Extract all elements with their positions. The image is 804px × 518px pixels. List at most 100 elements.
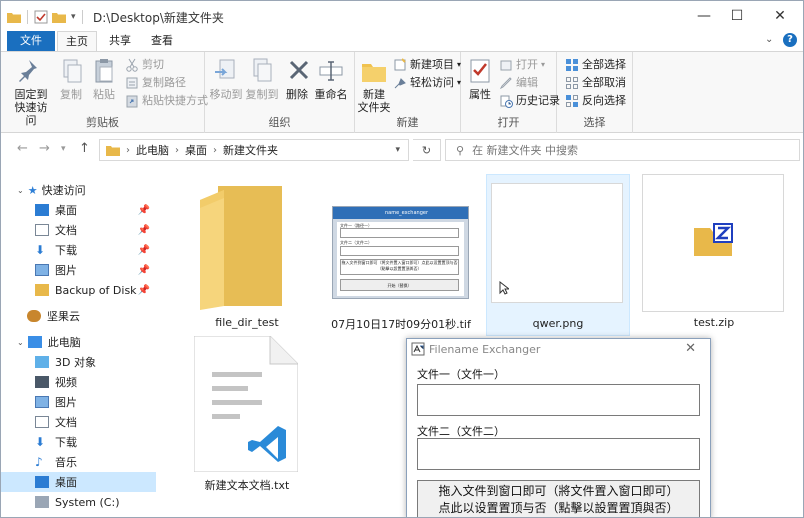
tab-view[interactable]: 查看 (143, 31, 181, 51)
customize-toolbar-icon[interactable]: ▾ (71, 12, 76, 22)
navigation-pane: ⌄ ★ 快速访问 桌面 📌 文档 📌 ⬇ 下载 📌 图片 📌 Backup of… (1, 164, 156, 517)
copy-button[interactable]: 复制 (57, 56, 85, 101)
nav-pc-videos[interactable]: 视频 (1, 372, 156, 392)
copy-path-button[interactable]: 复制路径 (125, 74, 186, 91)
delete-button[interactable]: 删除 (285, 56, 309, 101)
nav-pc-desktop[interactable]: 桌面 (1, 472, 156, 492)
breadcrumb-new-folder[interactable]: 新建文件夹 (223, 142, 278, 158)
tab-home[interactable]: 主页 (57, 31, 97, 51)
forward-arrow-icon[interactable]: → (39, 141, 50, 156)
move-to-button[interactable]: 移动到 (209, 56, 243, 101)
nav-pc-3d-objects[interactable]: 3D 对象 (1, 352, 156, 372)
pinned-icon: 📌 (137, 284, 150, 296)
breadcrumb-desktop[interactable]: 桌面 (185, 142, 207, 158)
desktop-icon (35, 204, 49, 216)
search-box[interactable]: ⚲ 在 新建文件夹 中搜索 (445, 139, 800, 161)
nav-item-pictures[interactable]: 图片 📌 (1, 260, 156, 280)
hint-line-2: 点此以设置置顶与否（點擊以設置置頂與否） (438, 501, 679, 515)
nav-jianguoyun-label: 坚果云 (47, 310, 80, 323)
nav-this-pc[interactable]: ⌄ 此电脑 (1, 332, 156, 352)
file-item[interactable]: file_dir_test (182, 176, 312, 336)
nav-pc-downloads[interactable]: ⬇ 下载 (1, 432, 156, 452)
cut-button[interactable]: 剪切 (125, 56, 164, 73)
move-to-icon (215, 59, 235, 79)
new-folder-icon[interactable] (52, 11, 66, 23)
folder-icon (200, 186, 282, 310)
history-button[interactable]: 历史记录 (499, 92, 560, 109)
new-item-button[interactable]: 新建项目 ▾ (393, 56, 461, 73)
nav-item-documents[interactable]: 文档 📌 (1, 220, 156, 240)
select-none-button[interactable]: 全部取消 (565, 74, 626, 91)
paste-shortcut-button[interactable]: 粘贴快捷方式 (125, 92, 208, 109)
back-arrow-icon[interactable]: ← (17, 141, 28, 156)
close-button[interactable]: ✕ (760, 1, 800, 31)
documents-icon (35, 224, 49, 236)
properties-check-icon[interactable] (34, 10, 48, 24)
select-all-button[interactable]: 全部选择 (565, 56, 626, 73)
edit-icon (499, 76, 512, 89)
up-arrow-icon[interactable]: ↑ (79, 141, 90, 156)
refresh-button[interactable]: ↻ (413, 139, 441, 161)
nav-pc-music[interactable]: ♪ 音乐 (1, 452, 156, 472)
nav-item-desktop[interactable]: 桌面 📌 (1, 200, 156, 220)
collapse-ribbon-icon[interactable]: ⌄ (765, 34, 773, 45)
topmost-toggle-button[interactable]: 拖入文件到窗口即可（將文件置入窗口即可） 点此以设置置顶与否（點擊以設置置頂與否… (417, 480, 700, 517)
new-folder-label-2: 文件夹 (357, 101, 391, 114)
new-folder-button[interactable]: 新建 文件夹 (357, 56, 391, 114)
copy-path-label: 复制路径 (142, 76, 186, 89)
easy-access-label: 轻松访问 (410, 76, 454, 89)
nut-icon (27, 310, 41, 322)
recent-locations-icon[interactable]: ▾ (61, 144, 66, 154)
file-item[interactable]: 新建文本文档.txt (182, 336, 312, 492)
open-button[interactable]: 打开 ▾ (499, 56, 545, 73)
breadcrumb-separator-icon: › (126, 144, 130, 156)
tab-file[interactable]: 文件 (7, 31, 55, 51)
select-group-label: 选择 (583, 116, 606, 129)
download-arrow-icon: ⬇ (35, 243, 46, 257)
edit-button[interactable]: 编辑 (499, 74, 538, 91)
tab-share[interactable]: 共享 (101, 31, 139, 51)
breadcrumb-this-pc[interactable]: 此电脑 (136, 142, 169, 158)
address-path-box[interactable]: › 此电脑 › 桌面 › 新建文件夹 ▾ (99, 139, 409, 161)
new-item-icon (394, 57, 406, 70)
computer-icon (27, 336, 42, 348)
nav-item-downloads[interactable]: ⬇ 下载 📌 (1, 240, 156, 260)
dialog-close-icon[interactable]: ✕ (685, 341, 696, 356)
copy-icon (63, 59, 82, 83)
new-folder-label-1: 新建 (363, 88, 385, 101)
help-icon[interactable]: ? (783, 33, 797, 47)
nav-item-label: 文档 (55, 224, 77, 237)
properties-button[interactable]: 属性 (465, 56, 495, 101)
cut-label: 剪切 (142, 58, 164, 71)
file-item[interactable]: qwer.png (486, 174, 630, 336)
nav-pc-pictures[interactable]: 图片 (1, 392, 156, 412)
paste-label: 粘贴 (93, 88, 115, 101)
file1-field[interactable] (417, 384, 700, 416)
file2-field[interactable] (417, 438, 700, 470)
nav-item-label: 桌面 (55, 204, 77, 217)
address-dropdown-icon[interactable]: ▾ (395, 145, 400, 155)
thumb-titlebar: name_exchanger (333, 207, 468, 219)
maximize-button[interactable]: ☐ (717, 1, 757, 31)
file-item[interactable]: name_exchanger 文件一（路径一） 文件二（文件二） 拖入文件到窗口… (326, 176, 476, 336)
nav-pc-documents[interactable]: 文档 (1, 412, 156, 432)
mouse-cursor-icon (499, 281, 509, 295)
paste-button[interactable]: 粘贴 (89, 56, 119, 101)
nav-item-label: Backup of Disk (55, 283, 137, 297)
copy-to-button[interactable]: 复制到 (245, 56, 279, 101)
search-placeholder: 在 新建文件夹 中搜索 (472, 144, 579, 157)
easy-access-button[interactable]: 轻松访问 ▾ (393, 74, 461, 91)
nav-item-backup[interactable]: Backup of Disk 📌 (1, 280, 156, 300)
chevron-down-icon: ⌄ (17, 337, 24, 347)
file-item[interactable]: test.zip (642, 174, 786, 336)
nav-pc-system-drive[interactable]: System (C:) (1, 492, 156, 512)
pinned-icon: 📌 (137, 224, 150, 236)
invert-selection-button[interactable]: 反向选择 (565, 92, 626, 109)
ribbon-tabs: 文件 主页 共享 查看 ⌄ ? (1, 31, 803, 51)
rename-button[interactable]: 重命名 (313, 56, 349, 101)
nav-jianguoyun[interactable]: 坚果云 (1, 306, 156, 326)
open-icon (500, 60, 512, 70)
nav-quick-access[interactable]: ⌄ ★ 快速访问 (1, 180, 156, 200)
dialog-title: Filename Exchanger (429, 342, 541, 356)
nav-quick-access-label: 快速访问 (41, 184, 86, 197)
